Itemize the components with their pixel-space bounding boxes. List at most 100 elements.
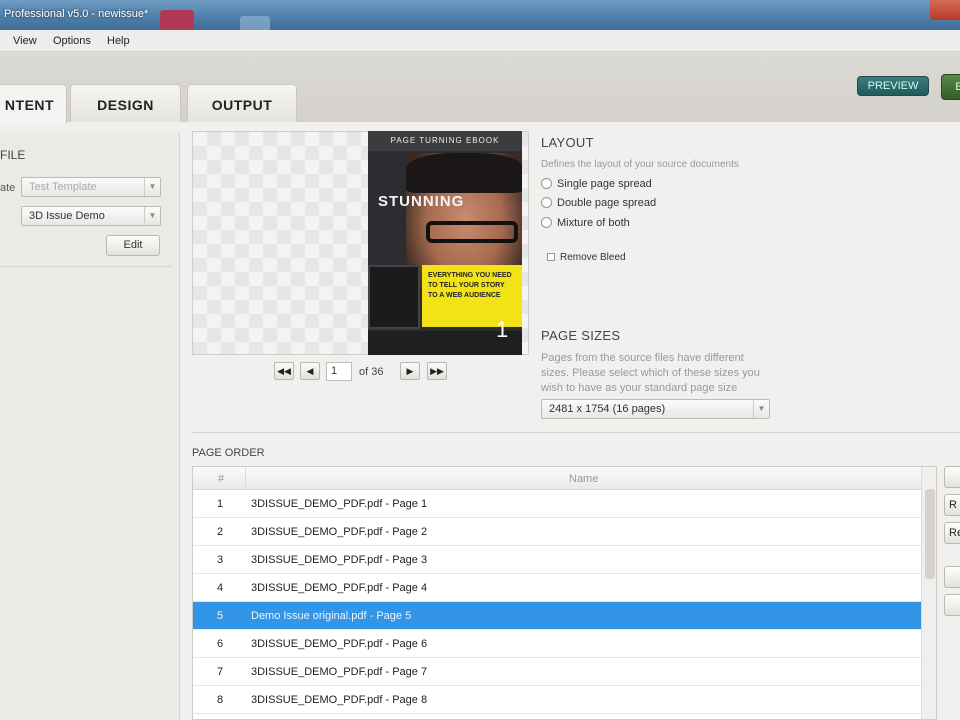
table-row[interactable]: 3 3DISSUE_DEMO_PDF.pdf - Page 3 bbox=[193, 546, 921, 574]
tab-output[interactable]: OUTPUT bbox=[187, 84, 297, 122]
table-header: # Name bbox=[193, 467, 921, 490]
divider bbox=[0, 266, 172, 267]
row-name: 3DISSUE_DEMO_PDF.pdf - Page 1 bbox=[251, 498, 428, 510]
last-page-icon: ▶▶ bbox=[430, 366, 444, 376]
layout-option-mixture[interactable]: Mixture of both bbox=[541, 217, 630, 229]
first-page-icon: ◀◀ bbox=[277, 366, 291, 376]
tab-content[interactable]: NTENT bbox=[0, 84, 67, 124]
row-name: 3DISSUE_DEMO_PDF.pdf - Page 8 bbox=[251, 694, 428, 706]
menu-options[interactable]: Options bbox=[53, 35, 91, 47]
table-row[interactable]: 8 3DISSUE_DEMO_PDF.pdf - Page 8 bbox=[193, 686, 921, 714]
scrollbar-thumb[interactable] bbox=[925, 489, 935, 579]
layout-option-label: Mixture of both bbox=[557, 217, 630, 229]
chevron-down-icon: ▼ bbox=[144, 207, 160, 225]
table-row[interactable]: 6 3DISSUE_DEMO_PDF.pdf - Page 6 bbox=[193, 630, 921, 658]
cover-header: PAGE TURNING EBOOK SOFTWARE bbox=[368, 131, 522, 165]
chevron-down-icon: ▼ bbox=[753, 400, 769, 418]
row-name: 3DISSUE_DEMO_PDF.pdf - Page 7 bbox=[251, 666, 428, 678]
next-page-button[interactable]: ▶ bbox=[400, 362, 420, 380]
divider bbox=[191, 432, 960, 433]
page-size-select[interactable]: 2481 x 1754 (16 pages) ▼ bbox=[541, 399, 770, 419]
window-title-bar: Professional v5.0 - newissue* bbox=[0, 0, 960, 30]
menu-bar: View Options Help bbox=[0, 30, 960, 52]
edit-button[interactable]: Edit bbox=[106, 235, 160, 256]
row-number: 2 bbox=[217, 526, 224, 538]
column-header-name[interactable]: Name bbox=[569, 473, 598, 485]
row-number: 8 bbox=[217, 694, 224, 706]
cover-page-number: 1 bbox=[496, 317, 509, 342]
template-select-value: Test Template bbox=[29, 181, 97, 193]
page-order-label: PAGE ORDER bbox=[192, 447, 265, 459]
column-header-number[interactable]: # bbox=[218, 473, 224, 485]
layout-option-double[interactable]: Double page spread bbox=[541, 197, 656, 209]
page-order-table: # Name 1 3DISSUE_DEMO_PDF.pdf - Page 1 2… bbox=[192, 466, 937, 720]
next-page-icon: ▶ bbox=[406, 366, 414, 376]
menu-help[interactable]: Help bbox=[107, 35, 130, 47]
of-label: of bbox=[359, 366, 369, 378]
radio-icon bbox=[541, 217, 552, 228]
taskbar-app-icon-secondary bbox=[240, 16, 270, 30]
prev-page-button[interactable]: ◀ bbox=[300, 362, 320, 380]
document-select-value: 3D Issue Demo bbox=[29, 210, 105, 222]
row-number: 3 bbox=[217, 554, 224, 566]
left-panel: FILE ate Test Template ▼ 3D Issue Demo ▼… bbox=[0, 132, 180, 720]
table-row[interactable]: 7 3DISSUE_DEMO_PDF.pdf - Page 7 bbox=[193, 658, 921, 686]
last-page-button[interactable]: ▶▶ bbox=[427, 362, 447, 380]
window-title: Professional v5.0 - newissue* bbox=[4, 8, 149, 20]
cover-photo-hair bbox=[406, 153, 522, 193]
prev-page-icon: ◀ bbox=[306, 366, 314, 376]
row-number: 7 bbox=[217, 666, 224, 678]
layout-description: Defines the layout of your source docume… bbox=[541, 159, 739, 170]
page-number-input[interactable]: 1 bbox=[326, 362, 352, 381]
row-number: 1 bbox=[217, 498, 224, 510]
chevron-down-icon: ▼ bbox=[144, 178, 160, 196]
row-name: 3DISSUE_DEMO_PDF.pdf - Page 6 bbox=[251, 638, 428, 650]
layout-option-label: Double page spread bbox=[557, 197, 657, 209]
table-row-selected[interactable]: 5 Demo Issue original.pdf - Page 5 bbox=[193, 602, 921, 630]
first-page-button[interactable]: ◀◀ bbox=[274, 362, 294, 380]
table-scrollbar[interactable] bbox=[921, 467, 936, 719]
cover-photo-glasses bbox=[426, 221, 518, 243]
row-number: 4 bbox=[217, 582, 224, 594]
row-name: 3DISSUE_DEMO_PDF.pdf - Page 3 bbox=[251, 554, 428, 566]
file-section-label: FILE bbox=[0, 148, 26, 162]
cover-thumbnail: PAGE TURNING EBOOK SOFTWARE STUNNING EVE… bbox=[368, 131, 522, 355]
row-number: 6 bbox=[217, 638, 224, 650]
remove-bleed-label: Remove Bleed bbox=[560, 252, 626, 263]
menu-view[interactable]: View bbox=[13, 35, 37, 47]
row-name: 3DISSUE_DEMO_PDF.pdf - Page 2 bbox=[251, 526, 428, 538]
side-button-1[interactable] bbox=[944, 466, 960, 488]
page-count-label: of 36 bbox=[359, 366, 384, 378]
document-select[interactable]: 3D Issue Demo ▼ bbox=[21, 206, 161, 226]
layout-option-single[interactable]: Single page spread bbox=[541, 178, 652, 190]
page-sizes-title: PAGE SIZES bbox=[541, 328, 621, 343]
page-sizes-description-3: wish to have as your standard page size bbox=[541, 382, 738, 394]
cover-headline: STUNNING bbox=[378, 193, 465, 210]
row-name: 3DISSUE_DEMO_PDF.pdf - Page 4 bbox=[251, 582, 428, 594]
preview-button[interactable]: PREVIEW bbox=[857, 76, 929, 96]
total-pages: 36 bbox=[371, 366, 384, 378]
cover-screen-graphic bbox=[368, 265, 420, 329]
publish-button[interactable]: E bbox=[941, 74, 960, 100]
remove-bleed-checkbox[interactable]: Remove Bleed bbox=[547, 252, 626, 263]
window-close-button[interactable] bbox=[930, 0, 960, 20]
side-button-5[interactable] bbox=[944, 594, 960, 616]
side-button-3[interactable]: Re bbox=[944, 522, 960, 544]
radio-icon bbox=[541, 197, 552, 208]
layout-option-label: Single page spread bbox=[557, 178, 652, 190]
row-number: 5 bbox=[217, 610, 224, 622]
taskbar-app-icon bbox=[160, 10, 194, 30]
page-sizes-description-1: Pages from the source files have differe… bbox=[541, 352, 744, 364]
table-row[interactable]: 2 3DISSUE_DEMO_PDF.pdf - Page 2 bbox=[193, 518, 921, 546]
page-sizes-description-2: sizes. Please select which of these size… bbox=[541, 367, 760, 379]
table-row[interactable]: 4 3DISSUE_DEMO_PDF.pdf - Page 4 bbox=[193, 574, 921, 602]
checkbox-icon bbox=[547, 253, 555, 261]
tab-design[interactable]: DESIGN bbox=[70, 84, 181, 122]
template-label: ate bbox=[0, 182, 16, 194]
column-divider bbox=[245, 467, 246, 490]
table-row[interactable]: 1 3DISSUE_DEMO_PDF.pdf - Page 1 bbox=[193, 490, 921, 518]
side-button-4[interactable] bbox=[944, 566, 960, 588]
template-select[interactable]: Test Template ▼ bbox=[21, 177, 161, 197]
row-name: Demo Issue original.pdf - Page 5 bbox=[251, 610, 412, 622]
side-button-2[interactable]: R bbox=[944, 494, 960, 516]
